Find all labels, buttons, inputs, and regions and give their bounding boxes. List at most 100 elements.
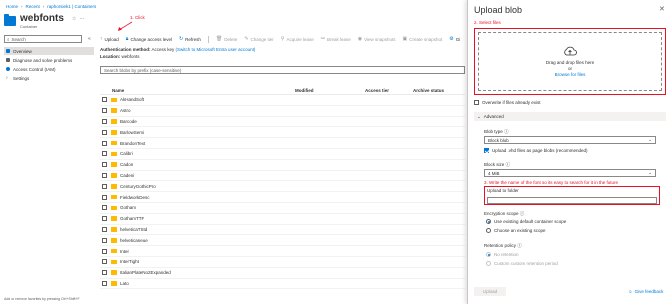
row-checkbox[interactable] <box>102 140 107 146</box>
nav-search-input[interactable]: ⌕ Search <box>4 35 82 43</box>
nav-item-overview[interactable]: Overview <box>4 47 94 55</box>
table-row[interactable]: helveticaTStd <box>100 225 465 236</box>
row-checkbox[interactable] <box>102 172 107 178</box>
folder-name[interactable]: InterTight <box>120 259 139 264</box>
breadcrumb-home[interactable]: Home <box>6 4 18 9</box>
row-checkbox[interactable] <box>102 205 107 211</box>
table-row[interactable]: FieldworkDesc <box>100 192 465 203</box>
table-row[interactable]: GothamTTF <box>100 214 465 225</box>
upload-submit-button[interactable]: Upload <box>474 287 506 296</box>
folder-name[interactable]: Cadon <box>120 162 133 167</box>
row-checkbox[interactable] <box>102 270 107 276</box>
upload-button[interactable]: ↑ Upload <box>100 36 119 42</box>
overwrite-checkbox-row[interactable]: Overwrite if files already exist <box>474 100 541 105</box>
nav-item-access-control[interactable]: Access Control (IAM) <box>4 65 94 73</box>
folder-name[interactable]: Astro <box>120 108 131 113</box>
block-size-select[interactable]: 4 MiB ⌄ <box>484 169 656 177</box>
table-row[interactable]: InterTight <box>100 257 465 268</box>
folder-name[interactable]: Cadeni <box>120 173 134 178</box>
radio-selected[interactable] <box>486 219 491 224</box>
acquire-lease-button[interactable]: ⚲ Acquire lease <box>281 36 314 42</box>
table-row[interactable]: Calibri <box>100 149 465 160</box>
column-header-modified[interactable]: Modified <box>295 88 365 93</box>
browse-files-link[interactable]: Browse for files <box>555 72 586 77</box>
overwrite-checkbox[interactable] <box>474 100 479 105</box>
retention-option-custom[interactable]: Custom custom retention period <box>486 261 558 266</box>
table-row[interactable]: Astro <box>100 106 465 117</box>
nav-item-settings[interactable]: › Settings <box>4 74 94 82</box>
table-row[interactable]: helveticaneue <box>100 235 465 247</box>
advanced-section-toggle[interactable]: ⌄ Advanced <box>474 112 666 121</box>
row-checkbox[interactable] <box>102 129 107 135</box>
break-lease-button[interactable]: ⚯ Break lease <box>321 36 351 42</box>
folder-name[interactable]: Inter <box>120 249 129 254</box>
radio-disabled[interactable] <box>486 261 491 266</box>
table-row[interactable]: Inter <box>100 246 465 257</box>
row-checkbox[interactable] <box>102 194 107 200</box>
folder-name[interactable]: helveticaTStd <box>120 227 147 232</box>
breadcrumb-containers[interactable]: raphorsiek1 | Containers <box>47 4 96 9</box>
folder-name[interactable]: Calibri <box>120 151 133 156</box>
row-checkbox[interactable] <box>102 248 107 254</box>
pin-icon[interactable]: ☆ <box>72 16 76 22</box>
table-row[interactable]: Cadeni <box>100 171 465 182</box>
folder-name[interactable]: FieldworkDesc <box>120 195 150 200</box>
retention-option-none[interactable]: No retention <box>486 252 519 257</box>
more-icon[interactable]: ··· <box>79 16 84 22</box>
column-header-access-tier[interactable]: Access tier <box>365 88 413 93</box>
folder-name[interactable]: helveticaneue <box>120 238 148 243</box>
folder-name[interactable]: AkHandSoft <box>120 97 144 102</box>
row-checkbox[interactable] <box>102 280 107 286</box>
table-row[interactable]: Cadon <box>100 160 465 171</box>
folder-name[interactable]: BarlowSemi <box>120 130 144 135</box>
breadcrumb-recent[interactable]: Recent <box>26 4 40 9</box>
row-checkbox[interactable] <box>102 118 107 124</box>
encryption-option-existing[interactable]: Choose an existing scope <box>486 228 546 233</box>
folder-name[interactable]: Barcode <box>120 119 137 124</box>
collapse-nav-icon[interactable]: « <box>88 36 91 42</box>
create-snapshot-button[interactable]: ▣ Create snapshot <box>403 36 443 42</box>
row-checkbox[interactable] <box>102 97 107 103</box>
table-row[interactable]: ItalianPlateNo2Expanded <box>100 268 465 279</box>
table-row[interactable]: Gotham <box>100 203 465 214</box>
switch-auth-link[interactable]: (Switch to Microsoft Entra user account) <box>176 47 256 52</box>
blob-prefix-search-input[interactable]: Search blobs by prefix (case-sensitive) <box>100 66 465 74</box>
file-drop-zone[interactable]: Drag and drop files here or Browse for f… <box>474 28 666 95</box>
close-icon[interactable]: ✕ <box>659 5 665 13</box>
folder-name[interactable]: Gotham <box>120 205 136 210</box>
row-checkbox[interactable] <box>102 183 107 189</box>
give-feedback-link[interactable]: ☺ Give feedback <box>628 289 663 294</box>
nav-item-diagnose[interactable]: Diagnose and solve problems <box>4 56 94 64</box>
blob-type-select[interactable]: Block blob ⌄ <box>484 136 656 144</box>
folder-name[interactable]: BrandonText <box>120 141 145 146</box>
table-row[interactable]: CenturyGothicPro <box>100 181 465 193</box>
row-checkbox[interactable] <box>102 108 107 114</box>
table-row[interactable]: BrandonText <box>100 138 465 149</box>
folder-name[interactable]: ItalianPlateNo2Expanded <box>120 270 171 275</box>
row-checkbox[interactable] <box>102 237 107 243</box>
row-checkbox[interactable] <box>102 216 107 222</box>
table-row[interactable]: AkHandSoft <box>100 95 465 106</box>
refresh-button[interactable]: ↻ Refresh <box>179 36 201 42</box>
change-tier-button[interactable]: ✎ Change tier <box>244 36 273 42</box>
folder-name[interactable]: Lato <box>120 281 129 286</box>
view-snapshots-button[interactable]: ◉ View snapshots <box>358 36 396 42</box>
encryption-option-default[interactable]: Use existing default container scope <box>486 219 566 224</box>
row-checkbox[interactable] <box>102 226 107 232</box>
table-row[interactable]: BarlowSemi <box>100 127 465 139</box>
folder-name[interactable]: GothamTTF <box>120 216 144 221</box>
radio-disabled[interactable] <box>486 252 491 257</box>
change-access-level-button[interactable]: 🔒︎ Change access level <box>126 36 172 42</box>
radio-unselected[interactable] <box>486 228 491 233</box>
upload-to-folder-input[interactable] <box>487 197 657 204</box>
delete-button[interactable]: 🗑︎ Delete <box>216 36 237 42</box>
column-header-archive-status[interactable]: Archive status <box>413 88 465 93</box>
folder-name[interactable]: CenturyGothicPro <box>120 184 156 189</box>
table-row[interactable]: Barcode <box>100 117 465 128</box>
table-row[interactable]: Lato <box>100 279 465 290</box>
row-checkbox[interactable] <box>102 259 107 265</box>
vhd-checkbox-row[interactable]: Upload .vhd files as page blobs (recomme… <box>484 148 588 153</box>
vhd-checkbox[interactable] <box>484 148 489 153</box>
row-checkbox[interactable] <box>102 162 107 168</box>
column-header-name[interactable]: Name <box>100 88 295 93</box>
